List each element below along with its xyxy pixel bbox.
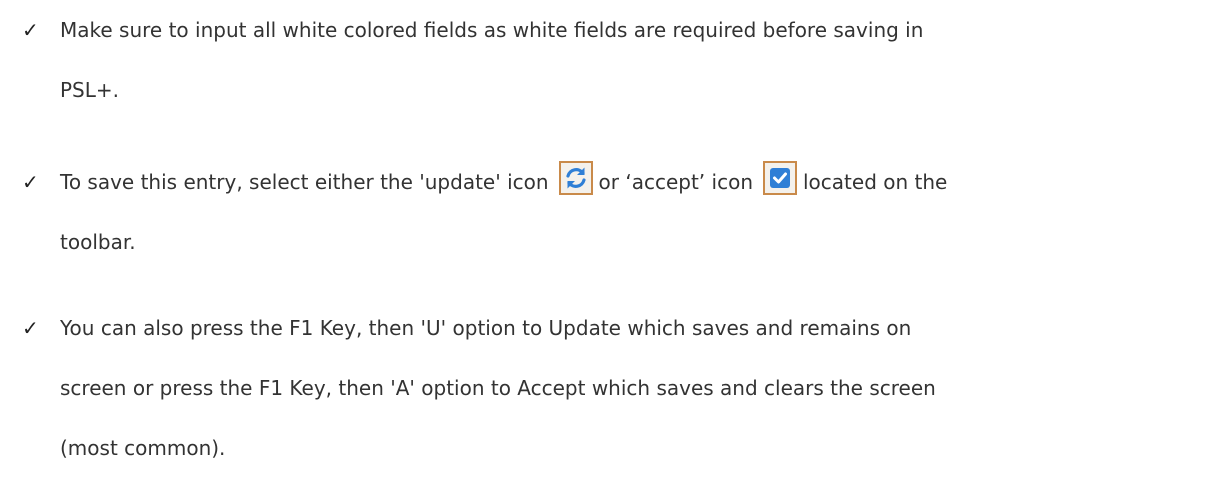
checkmark-icon: ✓ (22, 18, 39, 42)
bullet-text-segment: located on the (803, 170, 948, 194)
bullet-text: Make sure to input all white colored fie… (60, 0, 1200, 120)
bullet-line: You can also press the F1 Key, then 'U' … (60, 316, 912, 340)
bullet-line: Make sure to input all white colored fie… (60, 18, 924, 42)
checkmark-icon: ✓ (22, 170, 39, 194)
instructions-document: ✓ Make sure to input all white colored f… (0, 0, 1221, 499)
refresh-icon (558, 161, 593, 195)
bullet-line: PSL+. (60, 78, 120, 102)
bullet-text-segment: To save this entry, select either the 'u… (60, 170, 549, 194)
bullet-text-segment: or ‘accept’ icon (598, 170, 753, 194)
checkbox-icon (763, 161, 797, 195)
bullet-line: screen or press the F1 Key, then 'A' opt… (60, 376, 936, 400)
bullet-text: You can also press the F1 Key, then 'U' … (60, 298, 1200, 478)
bullet-line: toolbar. (60, 230, 136, 254)
checkmark-icon: ✓ (22, 316, 39, 340)
bullet-line: To save this entry, select either the 'u… (60, 152, 1200, 212)
bullet-line: (most common). (60, 436, 226, 460)
bullet-text: To save this entry, select either the 'u… (60, 152, 1200, 272)
